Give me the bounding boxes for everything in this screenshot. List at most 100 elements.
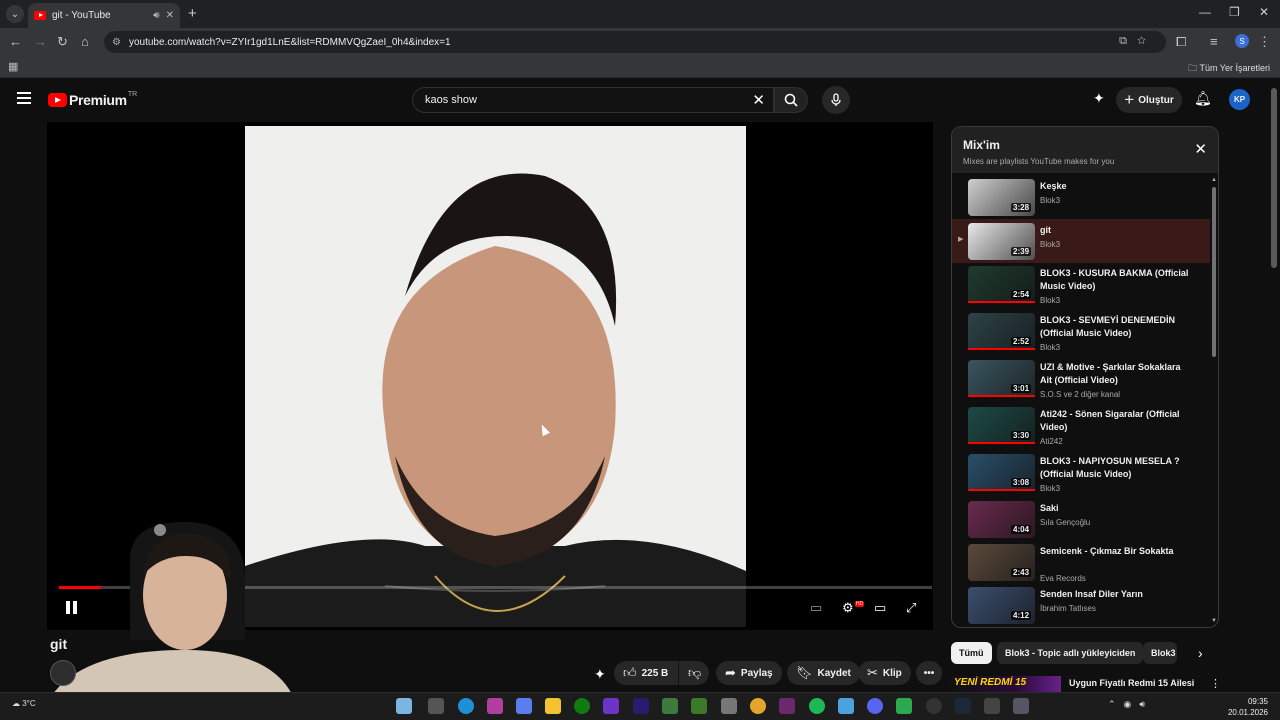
- address-bar[interactable]: ⚙ youtube.com/watch?v=ZYIr1gd1LnE&list=R…: [104, 31, 1166, 53]
- menu-kebab-icon[interactable]: ⋮: [1258, 34, 1271, 50]
- xbox-game-bar-icon[interactable]: [603, 698, 619, 714]
- playlist-item[interactable]: 2:54 BLOK3 - KUSURA BAKMA (Official Music…: [952, 262, 1210, 308]
- like-button[interactable]: 👍︎ 225 B: [614, 661, 678, 685]
- recommendation-item[interactable]: YENİ REDMİ 15 Uygun Fiyatlı Redmi 15 Ail…: [951, 674, 1221, 694]
- discord-icon[interactable]: [867, 698, 883, 714]
- system-clock[interactable]: 09:35 20.01.2026: [1228, 696, 1268, 718]
- home-icon[interactable]: ⌂: [81, 34, 89, 49]
- network-app-icon[interactable]: [838, 698, 854, 714]
- clear-search-icon[interactable]: ✕: [752, 91, 765, 109]
- chips-next-arrow-icon[interactable]: ›: [1198, 645, 1203, 661]
- xbox-icon[interactable]: [574, 698, 590, 714]
- share-arrow-icon: ➦: [725, 665, 736, 680]
- microphone-icon: [831, 93, 841, 106]
- webcam-overlay: [0, 500, 300, 720]
- weather-widget[interactable]: ☁ 3°C: [12, 699, 36, 708]
- play-app-icon[interactable]: [896, 698, 912, 714]
- obs-icon[interactable]: [926, 698, 942, 714]
- forward-icon[interactable]: →: [34, 34, 47, 49]
- fullscreen-icon[interactable]: ⤢: [906, 600, 916, 616]
- page-scrollbar[interactable]: [1271, 88, 1277, 268]
- copilot-icon[interactable]: [516, 698, 532, 714]
- save-button[interactable]: 🔖︎ Kaydet: [787, 661, 860, 685]
- new-tab-button[interactable]: +: [188, 5, 197, 22]
- playlist-scrollbar[interactable]: [1212, 187, 1216, 357]
- premium-gift-icon[interactable]: ✦: [1093, 90, 1105, 107]
- g-hub-icon[interactable]: [984, 698, 1000, 714]
- apps-grid-icon[interactable]: ▦: [8, 60, 18, 73]
- app-icon[interactable]: [1013, 698, 1029, 714]
- playlist-item-duration: 3:28: [1011, 203, 1032, 212]
- account-avatar[interactable]: KP: [1229, 89, 1250, 110]
- playlist-item-channel: Sıla Gençoğlu: [1040, 518, 1091, 527]
- playlist-item[interactable]: 3:28 Keşke Blok3: [952, 175, 1210, 219]
- site-info-icon[interactable]: ⚙: [112, 37, 121, 48]
- spotify-icon[interactable]: [809, 698, 825, 714]
- dislike-button[interactable]: 👎︎: [679, 661, 709, 685]
- system-tray[interactable]: ⌃◉🔊︎: [1108, 699, 1153, 710]
- close-tab-icon[interactable]: ✕: [166, 10, 174, 21]
- profile-avatar[interactable]: S: [1235, 34, 1249, 48]
- create-button[interactable]: + Oluştur: [1116, 87, 1182, 113]
- instagram-icon[interactable]: [487, 698, 503, 714]
- clip-button[interactable]: ✂ Klip: [858, 661, 911, 685]
- theater-mode-icon[interactable]: ▭: [874, 600, 886, 616]
- playlist-item[interactable]: 3:01 UZI & Motive - Şarkılar Sokaklara Ai…: [952, 356, 1210, 402]
- restore-button[interactable]: ❐: [1229, 5, 1240, 19]
- close-window-button[interactable]: ✕: [1259, 5, 1269, 19]
- browser-tab[interactable]: git - YouTube 🔊︎ ✕: [28, 3, 180, 28]
- steam-icon[interactable]: [955, 698, 971, 714]
- playlist-item[interactable]: 3:08 BLOK3 - NAPIYOSUN MESELA ? (Official…: [952, 450, 1210, 496]
- playlist-item[interactable]: 2:43 Semicenk - Çıkmaz Bir Sokakta Eva Rec…: [952, 540, 1210, 586]
- bookmark-star-icon[interactable]: ⧉☆: [1119, 35, 1156, 48]
- scroll-up-arrow-icon[interactable]: ▲: [1211, 177, 1217, 183]
- settings-gear-icon[interactable]: ⚙: [842, 600, 854, 616]
- visual-studio-icon[interactable]: [779, 698, 795, 714]
- playlist-item[interactable]: 4:04 Saki Sıla Gençoğlu: [952, 497, 1210, 541]
- more-actions-button[interactable]: •••: [916, 661, 942, 685]
- menu-hamburger-icon[interactable]: [17, 92, 31, 107]
- minecraft-icon[interactable]: [691, 698, 707, 714]
- share-button[interactable]: ➦ Paylaş: [716, 661, 782, 685]
- playlist-item[interactable]: 4:12 Senden Insaf Diler Yarın İbrahim Tatl…: [952, 583, 1210, 627]
- subtitles-icon[interactable]: ▭: [810, 600, 822, 616]
- reload-icon[interactable]: ↻: [57, 34, 68, 50]
- close-playlist-icon[interactable]: ✕: [1194, 140, 1207, 158]
- minimize-button[interactable]: —: [1199, 5, 1211, 19]
- playlist-item[interactable]: ▶ 2:39 git Blok3: [952, 219, 1210, 263]
- reading-list-icon[interactable]: ≡: [1210, 34, 1218, 49]
- search-input[interactable]: kaos show ✕: [412, 87, 774, 113]
- minecraft-launcher-icon[interactable]: [662, 698, 678, 714]
- youtube-premium-logo[interactable]: Premium TR: [48, 91, 137, 108]
- app-icon[interactable]: [721, 698, 737, 714]
- task-view-icon[interactable]: [428, 698, 444, 714]
- chip-all[interactable]: Tümü: [951, 642, 992, 664]
- scroll-down-arrow-icon[interactable]: ▼: [1211, 618, 1217, 624]
- youtube-favicon-icon: [34, 11, 46, 20]
- playlist-item-title: Ati242 - Sönen Sigaralar (Official Video…: [1040, 409, 1180, 432]
- taskbar-app-icon[interactable]: [396, 698, 412, 714]
- recommendation-menu-icon[interactable]: ⋮: [1210, 677, 1221, 690]
- notifications-bell-icon[interactable]: 🔔︎: [1194, 90, 1212, 107]
- search-button[interactable]: [774, 87, 808, 113]
- playlist-item[interactable]: 2:52 BLOK3 - SEVMEYİ DENEMEDİN (Official …: [952, 309, 1210, 355]
- watched-progress-bar: [968, 489, 1035, 491]
- voice-search-button[interactable]: [822, 86, 850, 114]
- channel-avatar[interactable]: [50, 660, 76, 686]
- chrome-icon[interactable]: [750, 698, 766, 714]
- edge-browser-icon[interactable]: [458, 698, 474, 714]
- premium-gift-icon[interactable]: ✦: [594, 666, 606, 683]
- chip-blok3[interactable]: Blok3: [1143, 642, 1177, 664]
- video-frame[interactable]: [245, 126, 746, 627]
- playlist-item[interactable]: 3:30 Ati242 - Sönen Sigaralar (Official V…: [952, 403, 1210, 449]
- playlist-title: Mix'im: [963, 138, 1000, 152]
- chip-from-uploader[interactable]: Blok3 - Topic adlı yükleyiciden: [997, 642, 1144, 664]
- back-icon[interactable]: ←: [9, 34, 22, 49]
- premiere-pro-icon[interactable]: [633, 698, 649, 714]
- tab-search-dropdown[interactable]: ⌄: [6, 5, 24, 23]
- recommendation-title: Uygun Fiyatlı Redmi 15 Ailesi: [1069, 678, 1195, 688]
- all-bookmarks[interactable]: 🗀 Tüm Yer İşaretleri: [1188, 61, 1270, 77]
- extensions-icon[interactable]: ⧠: [1176, 34, 1186, 50]
- speaker-icon[interactable]: 🔊︎: [153, 10, 159, 21]
- file-explorer-icon[interactable]: [545, 698, 561, 714]
